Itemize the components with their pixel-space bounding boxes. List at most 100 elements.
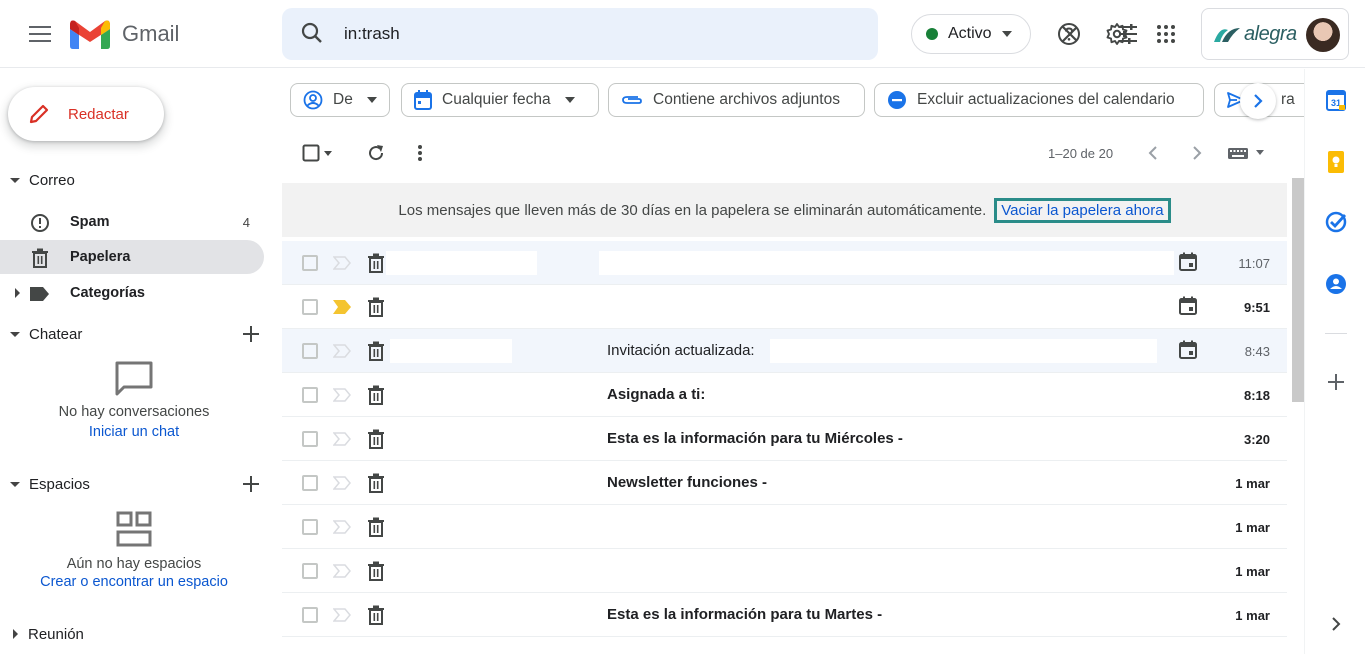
tasks-app-icon[interactable] bbox=[1325, 211, 1347, 233]
row-checkbox[interactable] bbox=[302, 563, 318, 579]
email-row[interactable]: 1 mar bbox=[282, 549, 1287, 593]
add-space-icon[interactable] bbox=[242, 475, 260, 493]
select-all-checkbox[interactable] bbox=[300, 142, 322, 164]
search-filter-chips: De Cualquier fecha Contiene archivos adj… bbox=[290, 83, 1304, 119]
important-marker-icon[interactable] bbox=[332, 608, 351, 627]
sidebar-item-categories[interactable]: Categorías bbox=[0, 276, 264, 310]
show-side-panel-button[interactable] bbox=[1325, 613, 1347, 635]
email-time: 1 mar bbox=[1235, 520, 1270, 535]
compose-label: Redactar bbox=[68, 105, 129, 123]
section-meeting[interactable]: Reunión bbox=[0, 619, 282, 649]
status-button[interactable]: Activo bbox=[911, 14, 1031, 54]
filter-sent-label: ra bbox=[1281, 91, 1295, 108]
delete-forever-icon[interactable] bbox=[367, 561, 385, 586]
empty-trash-link[interactable]: Vaciar la papelera ahora bbox=[994, 197, 1171, 223]
row-checkbox[interactable] bbox=[302, 475, 318, 491]
important-marker-icon[interactable] bbox=[332, 520, 351, 539]
refresh-button[interactable] bbox=[365, 142, 387, 164]
account-button[interactable]: alegra bbox=[1201, 8, 1349, 60]
collapse-icon bbox=[10, 481, 20, 487]
important-marker-icon[interactable] bbox=[332, 432, 351, 451]
settings-button[interactable] bbox=[1101, 18, 1133, 50]
keep-app-icon[interactable] bbox=[1325, 151, 1347, 173]
email-row[interactable]: Invitación actualizada: 8:43 bbox=[282, 329, 1287, 373]
filter-attachments-chip[interactable]: Contiene archivos adjuntos bbox=[608, 83, 865, 117]
sidebar-item-spam[interactable]: Spam 4 bbox=[0, 205, 264, 239]
pencil-icon bbox=[29, 104, 49, 124]
row-checkbox[interactable] bbox=[302, 255, 318, 271]
apps-button[interactable] bbox=[1150, 18, 1182, 50]
trash-notice: Los mensajes que lleven más de 30 días e… bbox=[282, 183, 1287, 237]
calendar-event-icon[interactable] bbox=[1178, 252, 1198, 277]
row-checkbox[interactable] bbox=[302, 431, 318, 447]
important-marker-icon[interactable] bbox=[332, 564, 351, 583]
email-row[interactable]: Asignada a ti: 8:18 bbox=[282, 373, 1287, 417]
important-marker-icon[interactable] bbox=[332, 344, 351, 363]
avatar[interactable] bbox=[1306, 18, 1340, 52]
start-chat-link[interactable]: Iniciar un chat bbox=[89, 424, 179, 440]
delete-forever-icon[interactable] bbox=[367, 473, 385, 498]
sidebar-item-trash[interactable]: Papelera bbox=[0, 240, 264, 274]
add-chat-icon[interactable] bbox=[242, 325, 260, 343]
filter-from-label: De bbox=[333, 91, 353, 108]
get-addons-button[interactable] bbox=[1325, 371, 1347, 393]
compose-button[interactable]: Redactar bbox=[8, 87, 164, 141]
filter-from-chip[interactable]: De bbox=[290, 83, 390, 117]
list-scrollbar-thumb[interactable] bbox=[1292, 178, 1304, 402]
email-row[interactable]: 1 mar bbox=[282, 505, 1287, 549]
main-menu-button[interactable] bbox=[24, 18, 56, 50]
caret-down-icon bbox=[564, 97, 575, 103]
delete-forever-icon[interactable] bbox=[367, 341, 385, 366]
expand-icon[interactable] bbox=[15, 288, 20, 298]
important-marker-icon[interactable] bbox=[332, 476, 351, 495]
filter-attachments-label: Contiene archivos adjuntos bbox=[653, 91, 840, 108]
chips-scroll-next-button[interactable] bbox=[1240, 83, 1276, 119]
row-checkbox[interactable] bbox=[302, 519, 318, 535]
email-time: 1 mar bbox=[1235, 608, 1270, 623]
side-panel-rail: 31 bbox=[1304, 69, 1365, 654]
select-options-button[interactable] bbox=[322, 142, 334, 164]
help-button[interactable] bbox=[1053, 18, 1085, 50]
calendar-app-icon[interactable]: 31 bbox=[1325, 89, 1347, 111]
row-checkbox[interactable] bbox=[302, 607, 318, 623]
previous-page-button[interactable] bbox=[1142, 142, 1164, 164]
contacts-app-icon[interactable] bbox=[1325, 273, 1347, 295]
row-checkbox[interactable] bbox=[302, 343, 318, 359]
filter-exclude-calendar-chip[interactable]: Excluir actualizaciones del calendario bbox=[874, 83, 1204, 117]
row-checkbox[interactable] bbox=[302, 299, 318, 315]
important-marker-icon[interactable] bbox=[332, 256, 351, 275]
email-time: 8:43 bbox=[1244, 344, 1270, 359]
create-space-link[interactable]: Crear o encontrar un espacio bbox=[40, 574, 228, 590]
filter-date-chip[interactable]: Cualquier fecha bbox=[401, 83, 599, 117]
section-spaces[interactable]: Espacios bbox=[0, 469, 282, 499]
email-row[interactable]: 9:51 bbox=[282, 285, 1287, 329]
delete-forever-icon[interactable] bbox=[367, 385, 385, 410]
section-chat[interactable]: Chatear bbox=[0, 319, 282, 349]
email-time: 8:18 bbox=[1243, 388, 1270, 403]
delete-forever-icon[interactable] bbox=[367, 605, 385, 630]
delete-forever-icon[interactable] bbox=[367, 517, 385, 542]
input-tools-button[interactable] bbox=[1226, 142, 1266, 164]
section-mail[interactable]: Correo bbox=[0, 165, 282, 195]
more-options-button[interactable] bbox=[409, 142, 431, 164]
important-marker-icon[interactable] bbox=[333, 300, 351, 319]
calendar-event-icon[interactable] bbox=[1178, 340, 1198, 365]
delete-forever-icon[interactable] bbox=[367, 429, 385, 454]
calendar-event-icon[interactable] bbox=[1178, 296, 1198, 321]
email-subject: Esta es la información para tu Martes - bbox=[607, 606, 883, 623]
gmail-logo[interactable]: Gmail bbox=[70, 16, 179, 52]
email-row[interactable]: 11:07 bbox=[282, 241, 1287, 285]
email-row[interactable]: Esta es la información para tu Miércoles… bbox=[282, 417, 1287, 461]
search-input[interactable] bbox=[344, 20, 764, 48]
next-page-button[interactable] bbox=[1186, 142, 1208, 164]
email-row[interactable]: Esta es la información para tu Martes - 1… bbox=[282, 593, 1287, 637]
delete-forever-icon[interactable] bbox=[367, 297, 385, 322]
row-checkbox[interactable] bbox=[302, 387, 318, 403]
important-marker-icon[interactable] bbox=[332, 388, 351, 407]
email-row[interactable]: Newsletter funciones - 1 mar bbox=[282, 461, 1287, 505]
email-time: 1 mar bbox=[1235, 476, 1270, 491]
delete-forever-icon[interactable] bbox=[367, 253, 385, 278]
sidebar-item-count: 4 bbox=[242, 214, 250, 230]
chevron-right-icon bbox=[1193, 146, 1202, 160]
search-icon[interactable] bbox=[300, 21, 324, 50]
